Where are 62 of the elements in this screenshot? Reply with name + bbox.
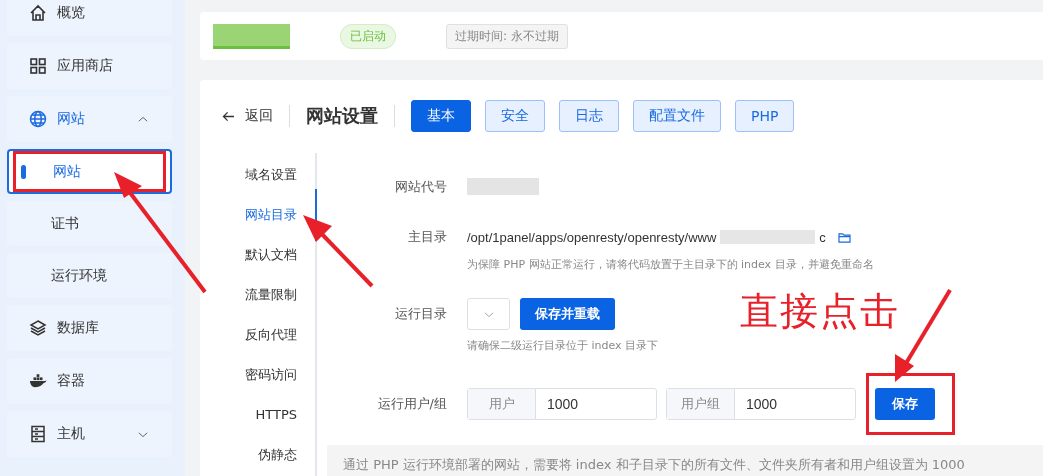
back-arrow-icon [222,110,235,122]
folder-icon[interactable] [837,231,851,243]
layers-icon [29,319,47,337]
dropdown-field[interactable] [467,298,510,330]
nav-item[interactable]: 概览 [7,0,172,36]
annotation-text: 直接点击 [740,292,900,330]
settings-menu-item[interactable]: 密码访问 [222,355,317,395]
group-input-field[interactable]: 用户组 1000 [666,388,856,420]
field-label: 运行目录 [394,305,448,323]
page-title: 网站设置 [306,104,378,128]
nav-item[interactable]: 主机 [7,411,172,457]
redacted-block [467,178,539,195]
settings-menu-item[interactable]: 流量限制 [222,275,317,315]
settings-menu-item[interactable]: 伪静态 [222,435,317,475]
settings-menu-item[interactable]: 反向代理 [222,315,317,355]
grid-icon [29,57,47,75]
nav-subitem[interactable]: 网站 [7,149,172,194]
status-badge: 已启动 [340,23,396,49]
nav-label: 网站 [53,162,81,181]
notice-banner: 通过 PHP 运行环境部署的网站，需要将 index 和子目录下的所有文件、文件夹所有者和用户组设置为 1000 [327,445,1043,476]
whale-icon [29,372,47,390]
server-icon [29,425,47,443]
nav-label: 网站 [57,110,86,128]
tab[interactable]: 配置文件 [633,100,721,132]
user-input-field[interactable]: 用户 1000 [467,388,657,420]
field-label: 主目录 [407,228,448,246]
nav-label: 应用商店 [57,57,114,75]
nav-item[interactable]: 网站 [7,96,172,142]
tab[interactable]: 安全 [485,100,545,132]
nav-label: 数据库 [57,319,100,337]
chevron-icon [483,310,494,318]
path-text: c [819,229,826,245]
nav-label: 证书 [51,214,79,233]
field-label: 网站代号 [394,178,448,196]
nav-item[interactable]: 数据库 [7,305,172,351]
nav-item[interactable]: 容器 [7,358,172,404]
save-reload-button[interactable]: 保存并重载 [520,298,615,330]
input-value: 1000 [546,395,579,414]
nav-label: 概览 [57,4,86,22]
tab[interactable]: 基本 [411,100,471,132]
tab[interactable]: PHP [735,100,795,132]
input-prefix: 用户 [468,389,536,419]
expiry-tag: 过期时间: 永不过期 [446,23,568,49]
input-value: 1000 [745,395,778,414]
globe-icon [29,110,47,128]
input-prefix: 用户组 [667,389,735,419]
home-icon [29,4,47,22]
nav-subitem[interactable]: 运行环境 [7,253,172,298]
hint-text: 为保障 PHP 网站正常运行，请将代码放置于主目录下的 index 目录，并避免重命名 [467,257,874,272]
nav-label: 容器 [57,372,86,390]
back-link[interactable]: 返回 [222,107,273,125]
nav-subitem[interactable]: 证书 [7,201,172,246]
field-label: 运行用户/组 [376,395,448,413]
selection-bar [21,165,26,179]
path-text: /opt/1panel/apps/openresty/openresty/www [467,229,717,245]
save-button[interactable]: 保存 [875,388,935,420]
tab[interactable]: 日志 [559,100,619,132]
nav-label: 运行环境 [51,266,107,285]
nav-item[interactable]: 应用商店 [7,43,172,89]
hint-text: 请确保二级运行目录位于 index 目录下 [467,338,659,353]
nav-label: 主机 [57,425,86,443]
settings-menu-item[interactable]: HTTPS [222,395,317,435]
